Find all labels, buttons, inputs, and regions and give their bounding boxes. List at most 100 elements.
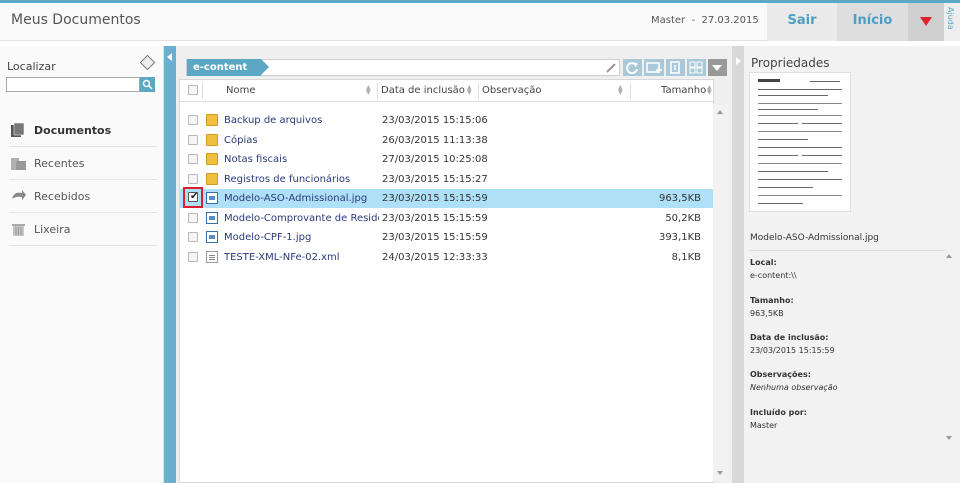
row-checkbox[interactable]: [188, 173, 198, 184]
image-file-icon: [206, 211, 218, 224]
file-date: 23/03/2015 15:15:59: [382, 232, 488, 243]
breadcrumb-item[interactable]: e-content: [187, 59, 270, 76]
scroll-up-icon[interactable]: [717, 110, 723, 114]
properties-collapse-handle[interactable]: [732, 46, 744, 483]
file-date: 27/03/2015 10:25:08: [382, 154, 488, 165]
property-notes: Observações: Nenhuma observação: [750, 370, 838, 392]
search-button[interactable]: [140, 77, 155, 92]
property-value: Nenhuma observação: [750, 383, 838, 392]
scroll-down-icon[interactable]: [717, 471, 723, 475]
file-name[interactable]: TESTE-XML-NFe-02.xml: [224, 252, 379, 263]
file-name[interactable]: Notas fiscais: [224, 154, 379, 165]
grid-view-button[interactable]: [687, 59, 706, 76]
row-checkbox[interactable]: [188, 154, 198, 164]
select-all-checkbox[interactable]: [188, 85, 198, 95]
help-tab[interactable]: Ajuda: [944, 3, 960, 41]
table-row[interactable]: Registros de funcionários 23/03/2015 15:…: [180, 170, 714, 189]
sidebar: Localizar Documentos Recentes Recebidos …: [0, 46, 164, 483]
folder-icon: [206, 114, 218, 126]
file-size: 50,2KB: [665, 212, 701, 224]
sidebar-collapse-handle[interactable]: [164, 46, 176, 483]
row-checkbox[interactable]: [188, 115, 198, 125]
sidebar-item-label: Documentos: [34, 124, 112, 137]
checkmark-icon: ✔: [190, 191, 199, 202]
file-name[interactable]: Modelo-ASO-Admissional.jpg: [224, 193, 379, 204]
grid-icon: [689, 61, 703, 74]
divider: [749, 250, 945, 251]
chevron-right-icon: [736, 57, 741, 65]
file-size: 393,1KB: [658, 232, 701, 243]
column-note[interactable]: Observação: [482, 85, 541, 96]
home-button[interactable]: Início: [837, 3, 908, 41]
image-file-icon: [206, 231, 218, 243]
row-checkbox[interactable]: [188, 251, 198, 262]
file-date: 23/03/2015 15:15:06: [382, 115, 488, 126]
column-date[interactable]: Data de inclusão: [381, 85, 465, 96]
refresh-button[interactable]: [623, 59, 642, 76]
file-date: 23/03/2015 15:15:59: [382, 212, 488, 224]
table-row[interactable]: TESTE-XML-NFe-02.xml 24/03/2015 12:33:33…: [180, 248, 714, 267]
row-checkbox[interactable]: [188, 134, 198, 145]
file-list-panel: Nome ▲ ▼ Data de inclusão ▲ ▼ Observação ▲…: [179, 79, 714, 483]
column-header: Nome ▲ ▼ Data de inclusão ▲ ▼ Observação ▲…: [180, 80, 713, 102]
sort-icon[interactable]: ▲ ▼: [707, 85, 712, 96]
sort-icon[interactable]: ▲ ▼: [467, 85, 472, 96]
row-checkbox[interactable]: [188, 232, 198, 242]
header-bar: Meus Documentos Master - 27.03.2015 Sair…: [0, 3, 960, 41]
sidebar-item-recentes[interactable]: Recentes: [9, 147, 157, 180]
sidebar-item-lixeira[interactable]: Lixeira: [9, 213, 157, 246]
file-date: 23/03/2015 15:15:27: [382, 173, 488, 185]
file-name[interactable]: Cópias: [224, 135, 379, 146]
column-name[interactable]: Nome: [226, 85, 256, 96]
sort-icon[interactable]: ▲ ▼: [618, 85, 623, 96]
new-folder-icon: [646, 62, 662, 73]
row-checkbox[interactable]: [188, 212, 198, 223]
folder-icon: [206, 153, 218, 165]
file-name[interactable]: Registros de funcionários: [224, 174, 379, 185]
column-size[interactable]: Tamanho: [661, 85, 706, 96]
properties-title: Propriedades: [751, 56, 830, 70]
chevron-left-icon: [167, 53, 172, 61]
refresh-icon: [626, 62, 638, 74]
sort-icon[interactable]: ▲ ▼: [366, 85, 371, 96]
property-label: Tamanho:: [750, 296, 794, 305]
property-label: Data de inclusão:: [750, 333, 829, 342]
more-options-button[interactable]: [708, 59, 727, 76]
logout-button[interactable]: Sair: [767, 3, 837, 41]
sidebar-item-documentos[interactable]: Documentos: [9, 114, 157, 147]
table-row[interactable]: Notas fiscais 27/03/2015 10:25:08: [180, 150, 714, 169]
file-name[interactable]: Backup de arquivos: [224, 115, 379, 126]
user-info: Master - 27.03.2015: [651, 15, 759, 26]
sidebar-item-label: Lixeira: [34, 223, 71, 236]
eraser-icon[interactable]: [139, 54, 156, 71]
table-row[interactable]: Modelo-CPF-1.jpg 23/03/2015 15:15:59 393…: [180, 228, 714, 247]
search-icon: [142, 79, 153, 90]
file-name[interactable]: Modelo-CPF-1.jpg: [224, 232, 379, 243]
property-value: e-content:\\: [750, 271, 797, 280]
table-row-selected[interactable]: ✔ Modelo-ASO-Admissional.jpg 23/03/2015 …: [180, 187, 714, 208]
table-row[interactable]: Cópias 26/03/2015 11:13:38: [180, 131, 714, 150]
scroll-up-icon[interactable]: [946, 254, 952, 258]
file-size: 963,5KB: [658, 193, 701, 204]
sidebar-nav: Documentos Recentes Recebidos Lixeira: [9, 114, 157, 246]
xml-file-icon: [206, 250, 218, 263]
scroll-down-icon[interactable]: [946, 436, 952, 440]
file-size: 8,1KB: [671, 251, 701, 263]
table-row[interactable]: Modelo-Comprovante de Residência 23/03/2…: [180, 209, 714, 228]
upload-button[interactable]: [666, 59, 685, 76]
sidebar-item-recebidos[interactable]: Recebidos: [9, 180, 157, 213]
property-value: 23/03/2015 15:15:59: [750, 346, 835, 355]
file-name[interactable]: Modelo-Comprovante de Residência: [224, 213, 379, 224]
search-input[interactable]: [6, 77, 140, 92]
document-thumbnail[interactable]: [749, 72, 851, 212]
property-label: Incluído por:: [750, 408, 807, 417]
new-folder-button[interactable]: [644, 59, 664, 76]
pencil-icon[interactable]: [605, 62, 617, 74]
table-row[interactable]: Backup de arquivos 23/03/2015 15:15:06: [180, 111, 714, 130]
properties-scrollbar[interactable]: [944, 254, 954, 440]
property-value: Master: [750, 421, 778, 430]
file-browser: e-content Nome ▲ ▼ Data de inclusão ▲ ▼ …: [176, 46, 732, 483]
file-list-scrollbar[interactable]: [713, 104, 728, 481]
menu-dropdown-button[interactable]: [908, 3, 944, 41]
new-file-icon: [670, 61, 680, 74]
